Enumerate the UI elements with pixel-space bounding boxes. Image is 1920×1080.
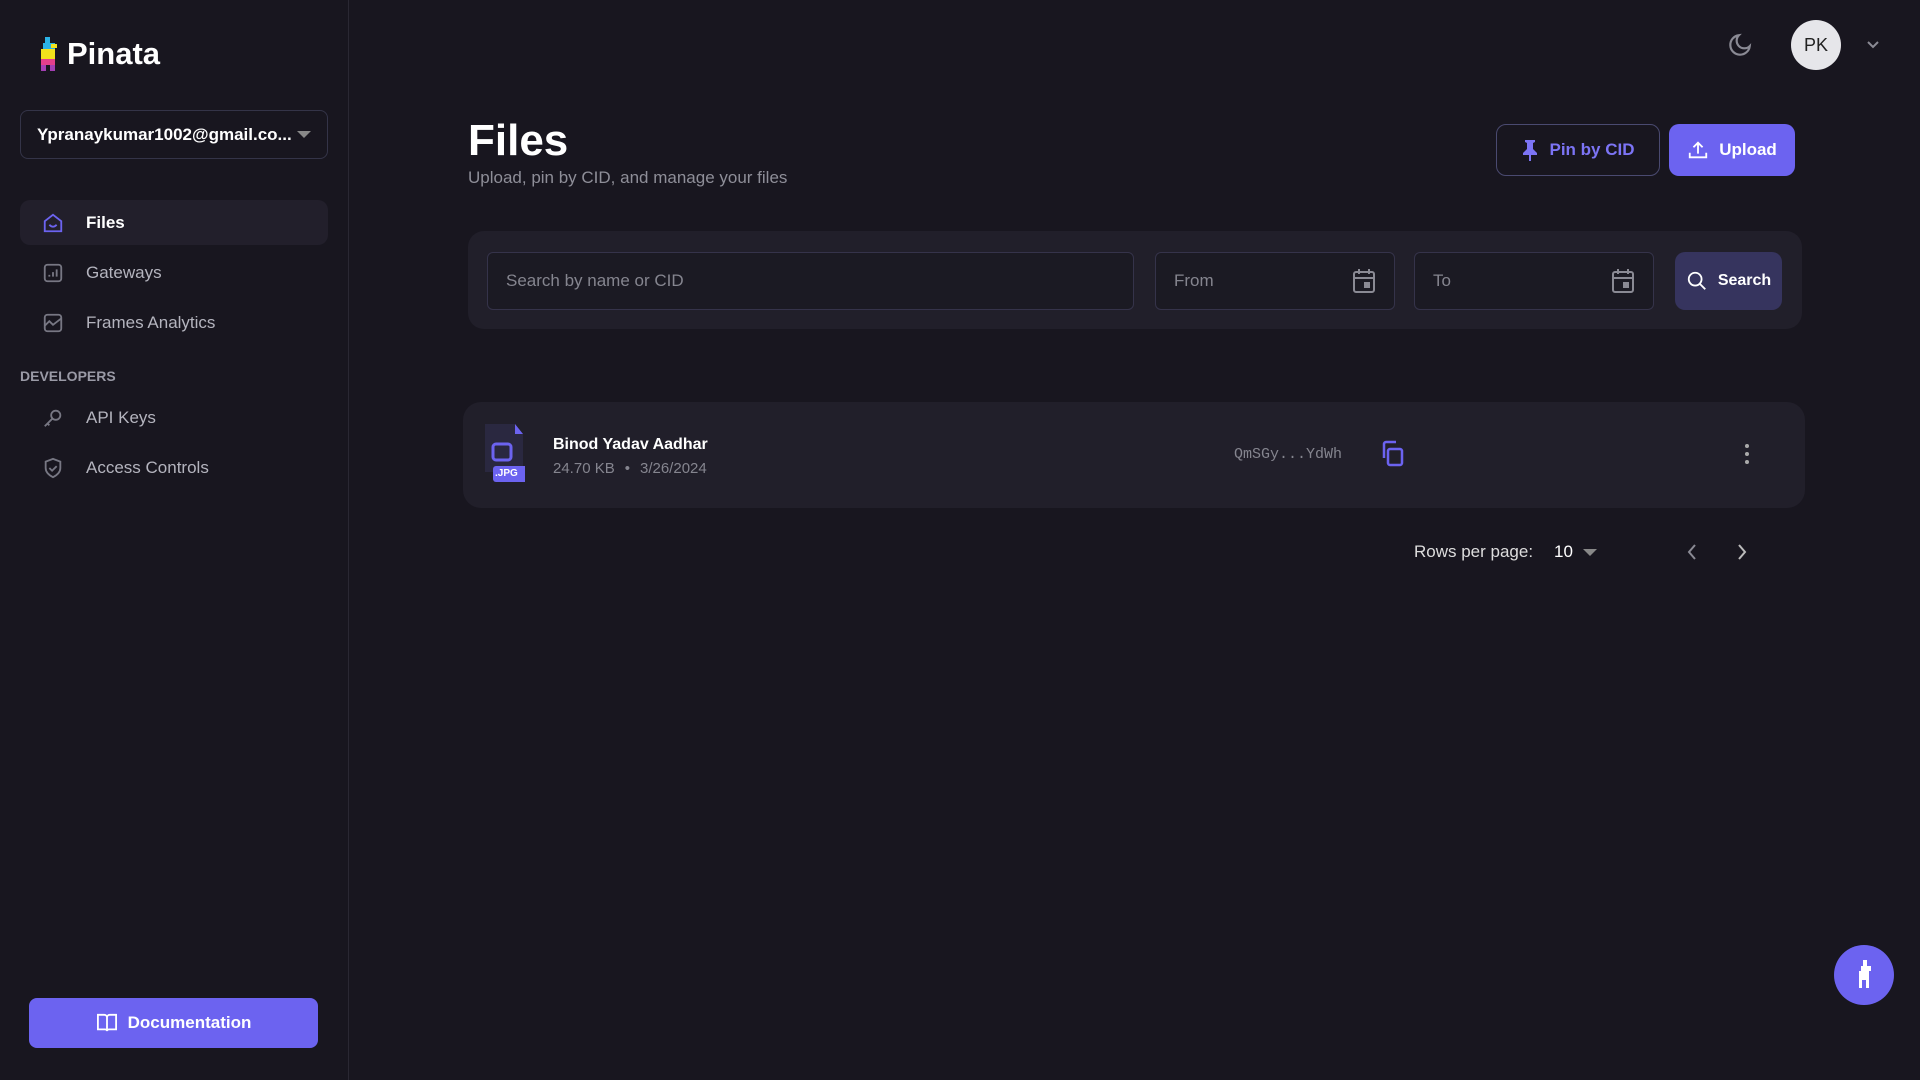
search-label: Search: [1717, 272, 1772, 289]
account-dropdown[interactable]: Ypranaykumar1002@gmail.co...: [20, 110, 328, 159]
from-date-input[interactable]: From: [1155, 252, 1395, 310]
caret-down-icon: [297, 131, 311, 138]
search-icon: [1687, 271, 1706, 290]
file-size: 24.70 KB: [553, 460, 615, 477]
sidebar: Pinata Ypranaykumar1002@gmail.co... File…: [0, 0, 349, 1080]
sidebar-item-files[interactable]: Files: [20, 200, 328, 245]
file-ext: .JPG: [495, 468, 518, 479]
chart-icon: [43, 263, 63, 282]
page-subtitle: Upload, pin by CID, and manage your file…: [468, 168, 788, 187]
calendar-icon[interactable]: [1352, 268, 1376, 294]
section-developers: DEVELOPERS: [20, 368, 116, 384]
brand-name: Pinata: [67, 36, 161, 71]
separator-dot: •: [624, 460, 630, 477]
to-date-input[interactable]: To: [1414, 252, 1654, 310]
sidebar-item-label: Frames Analytics: [86, 312, 216, 332]
more-options-icon[interactable]: [1743, 442, 1751, 466]
search-input[interactable]: Search by name or CID: [487, 252, 1134, 310]
upload-label: Upload: [1719, 140, 1777, 159]
sidebar-item-frames-analytics[interactable]: Frames Analytics: [20, 300, 328, 345]
help-chat-button[interactable]: [1834, 945, 1894, 1005]
book-icon: [96, 1013, 117, 1032]
rows-per-page-select[interactable]: 10: [1554, 542, 1597, 562]
key-icon: [44, 409, 62, 427]
file-date: 3/26/2024: [639, 460, 707, 477]
search-button[interactable]: Search: [1675, 252, 1782, 310]
sidebar-item-label: Access Controls: [86, 457, 209, 477]
sidebar-item-api-keys[interactable]: API Keys: [20, 395, 328, 440]
calendar-icon[interactable]: [1611, 268, 1635, 294]
previous-page-icon[interactable]: [1684, 542, 1700, 562]
search-panel: Search by name or CID From To Search: [468, 231, 1802, 329]
pin-by-cid-button[interactable]: Pin by CID: [1496, 124, 1660, 176]
sidebar-item-label: API Keys: [86, 407, 156, 427]
home-icon: [43, 213, 63, 232]
next-page-icon[interactable]: [1734, 542, 1750, 562]
file-meta: 24.70 KB • 3/26/2024: [553, 460, 707, 477]
to-placeholder: To: [1433, 271, 1451, 290]
sidebar-item-access-controls[interactable]: Access Controls: [20, 445, 328, 490]
file-cid: QmSGy...YdWh: [1234, 446, 1343, 463]
analytics-icon: [43, 313, 63, 332]
sidebar-item-gateways[interactable]: Gateways: [20, 250, 328, 295]
sidebar-item-label: Files: [86, 212, 125, 232]
documentation-button[interactable]: Documentation: [29, 998, 318, 1048]
file-row[interactable]: .JPG Binod Yadav Aadhar 24.70 KB • 3/26/20…: [463, 402, 1805, 508]
documentation-label: Documentation: [127, 1013, 252, 1032]
from-placeholder: From: [1174, 271, 1214, 290]
rows-per-page-label: Rows per page:: [1414, 542, 1534, 561]
account-email: Ypranaykumar1002@gmail.co...: [37, 124, 292, 144]
page-title: Files: [468, 116, 569, 165]
shield-icon: [44, 457, 62, 478]
pin-icon: [1523, 140, 1538, 161]
logo[interactable]: Pinata: [37, 36, 160, 72]
avatar[interactable]: PK: [1791, 20, 1841, 70]
moon-icon[interactable]: [1727, 32, 1753, 58]
caret-down-icon: [1582, 548, 1597, 556]
sidebar-item-label: Gateways: [86, 262, 162, 282]
chevron-down-icon[interactable]: [1865, 39, 1881, 51]
pin-label: Pin by CID: [1549, 140, 1635, 159]
file-name[interactable]: Binod Yadav Aadhar: [553, 436, 708, 454]
pinata-llama-icon: [1859, 960, 1871, 988]
pinata-logo-icon: [41, 37, 57, 71]
upload-button[interactable]: Upload: [1669, 124, 1795, 176]
rows-value: 10: [1554, 542, 1573, 561]
upload-icon: [1689, 141, 1708, 159]
copy-icon[interactable]: [1379, 440, 1405, 468]
